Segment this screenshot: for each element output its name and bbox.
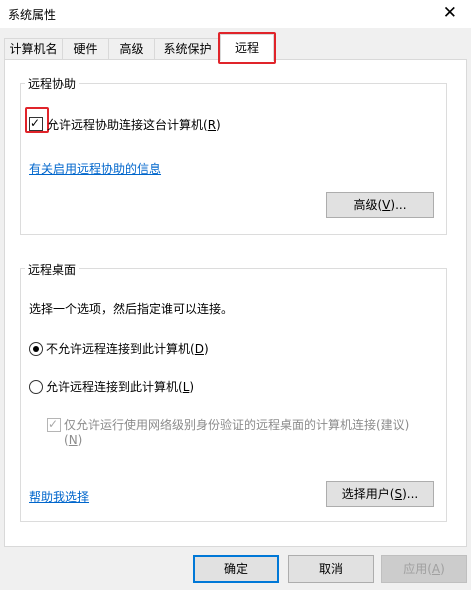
allow-remote-label[interactable]: 允许远程连接到此计算机(L): [46, 378, 194, 395]
accelerator-key: V: [382, 198, 391, 212]
button-label: 应用: [403, 562, 428, 576]
remote-desktop-group-title: 远程桌面: [25, 261, 80, 278]
button-label: 高级: [353, 198, 378, 212]
radio-label-text: 不允许远程连接到此计算机: [46, 342, 191, 356]
tab-label: 高级: [119, 42, 144, 56]
ellipsis: ...: [395, 198, 407, 212]
disallow-remote-radio[interactable]: [29, 342, 43, 356]
nla-only-label-line2: (N): [64, 433, 83, 447]
accelerator-key: A: [431, 562, 441, 576]
button-label: 选择用户: [341, 487, 390, 501]
tab-label: 系统保护: [163, 42, 212, 56]
apply-button[interactable]: 应用(A): [381, 555, 467, 583]
radio-selected-dot: [33, 346, 39, 352]
tab-label: 计算机名: [9, 42, 58, 56]
select-users-button[interactable]: 选择用户(S)...: [326, 481, 434, 507]
radio-label-text: 允许远程连接到此计算机: [46, 380, 179, 394]
tab-system-protection[interactable]: 系统保护: [154, 38, 221, 60]
tab-advanced[interactable]: 高级: [108, 38, 155, 60]
close-icon[interactable]: ✕: [443, 3, 457, 23]
checkmark-icon: ✓: [48, 417, 59, 431]
nla-only-checkbox[interactable]: ✓: [47, 417, 61, 432]
nla-only-label-line1: 仅允许运行使用网络级别身份验证的远程桌面的计算机连接(建议): [64, 418, 410, 432]
accelerator-key: R: [207, 118, 217, 132]
tab-computer-name[interactable]: 计算机名: [4, 38, 63, 60]
tab-label: 硬件: [73, 42, 98, 56]
remote-assistance-info-link[interactable]: 有关启用远程协助的信息: [29, 160, 161, 177]
window-title: 系统属性: [8, 8, 57, 22]
accelerator-key: D: [194, 342, 204, 356]
accelerator-key: S: [394, 487, 403, 501]
tab-hardware[interactable]: 硬件: [62, 38, 109, 60]
button-label: 取消: [318, 562, 343, 576]
disallow-remote-label[interactable]: 不允许远程连接到此计算机(D): [46, 340, 209, 357]
title-bar: 系统属性 ✕: [0, 0, 471, 28]
cancel-button[interactable]: 取消: [288, 555, 374, 583]
highlight-box-checkbox: [25, 107, 49, 133]
allow-remote-radio[interactable]: [29, 380, 43, 394]
ellipsis: ...: [406, 487, 419, 501]
remote-desktop-description: 选择一个选项，然后指定谁可以连接。: [29, 302, 234, 316]
remote-assistance-group-title: 远程协助: [25, 75, 80, 92]
button-label: 确定: [223, 562, 248, 576]
highlight-box-tab: [218, 32, 276, 64]
allow-remote-assistance-label[interactable]: 允许远程协助连接这台计算机(R): [47, 116, 221, 133]
accelerator-key: N: [68, 433, 78, 447]
ok-button[interactable]: 确定: [193, 555, 279, 583]
help-me-choose-link[interactable]: 帮助我选择: [29, 488, 89, 505]
checkbox-label-text: 允许远程协助连接这台计算机: [47, 118, 204, 132]
advanced-button[interactable]: 高级(V)...: [326, 192, 434, 218]
accelerator-key: L: [182, 380, 190, 394]
